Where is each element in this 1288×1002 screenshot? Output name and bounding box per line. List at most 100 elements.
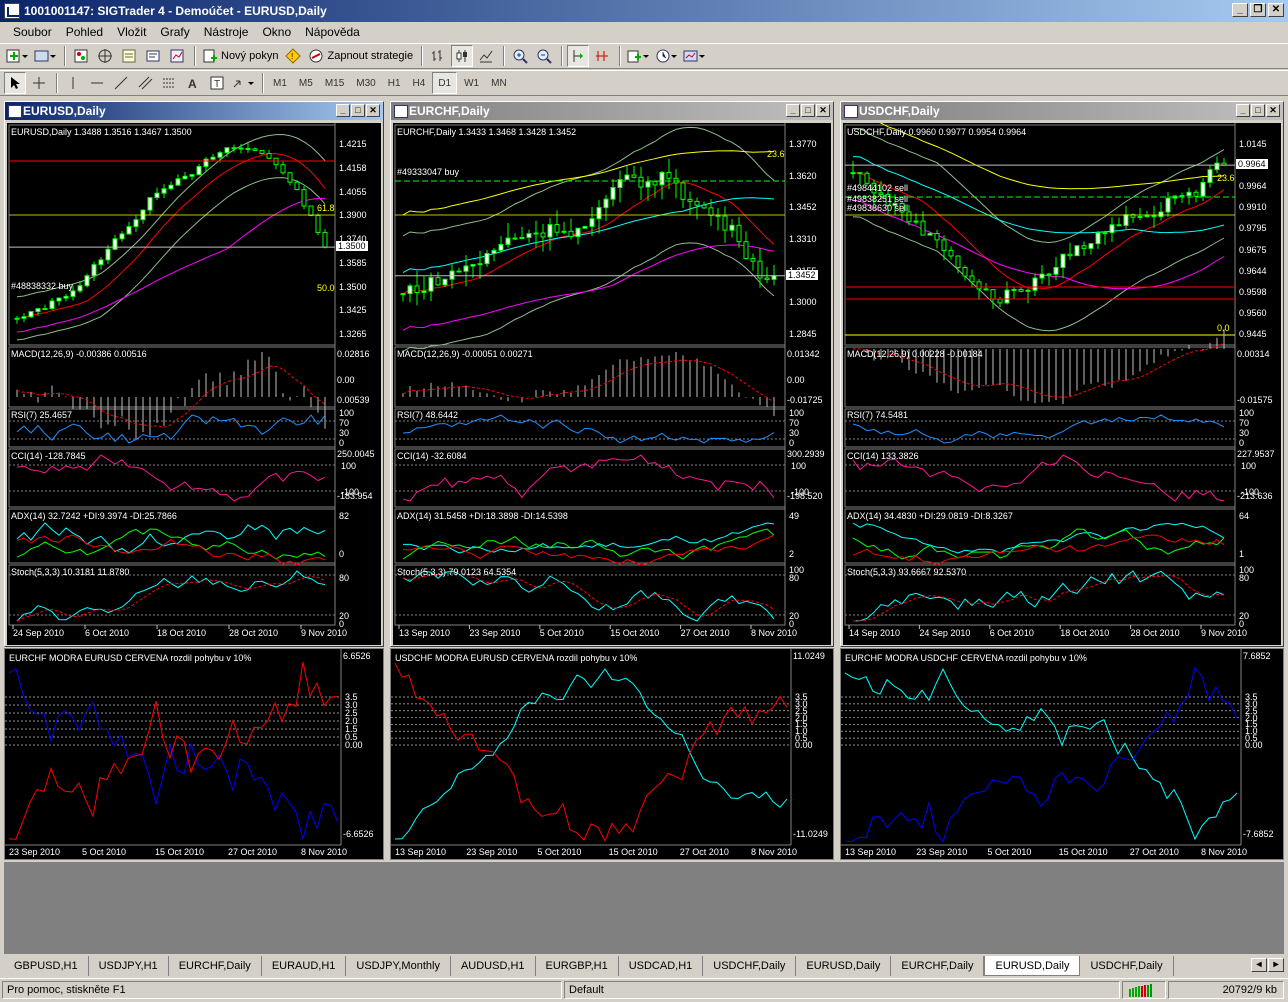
chart-maximize-button[interactable]: □ (351, 104, 365, 117)
trendline-icon[interactable] (110, 72, 132, 94)
chart-tab[interactable]: EURUSD,Daily (796, 956, 892, 976)
chart-minimize-button[interactable]: _ (1236, 104, 1250, 117)
timeframe-d1[interactable]: D1 (432, 72, 458, 94)
candle (997, 298, 1003, 304)
price-axis-tick: 0.9644 (1239, 265, 1267, 276)
candle (955, 255, 961, 268)
chart-tab[interactable]: AUDUSD,H1 (450, 956, 536, 976)
indicators-icon[interactable] (625, 45, 651, 67)
minimize-button[interactable]: _ (1232, 3, 1248, 17)
adx-min: 0 (339, 549, 345, 559)
candle (603, 198, 609, 209)
price-axis-tick: 0.9910 (1239, 202, 1267, 213)
chart-tab[interactable]: EURCHF,Daily (168, 956, 262, 976)
text-icon[interactable]: A (182, 72, 204, 94)
timeframe-h1[interactable]: H1 (383, 72, 406, 94)
timeframe-m30[interactable]: M30 (351, 72, 380, 94)
chart-maximize-button[interactable]: □ (1251, 104, 1265, 117)
menu-window[interactable]: Okno (255, 25, 298, 39)
chart-title: USDCHF,Daily (859, 104, 940, 118)
bar-chart-icon[interactable] (427, 45, 449, 67)
chart-close-button[interactable]: ✕ (366, 104, 380, 117)
timeframe-m15[interactable]: M15 (320, 72, 349, 94)
chart-tab[interactable]: EURUSD,Daily (984, 956, 1081, 976)
candle (554, 224, 560, 233)
tab-scroll-right-icon[interactable]: ▸ (1268, 958, 1284, 972)
chart-maximize-button[interactable]: □ (801, 104, 815, 117)
crosshair-icon[interactable] (28, 72, 50, 94)
menu-file[interactable]: Soubor (6, 25, 59, 39)
periods-icon[interactable] (653, 45, 679, 67)
menu-help[interactable]: Nápověda (298, 25, 367, 39)
line-chart-icon[interactable] (475, 45, 497, 67)
menu-view[interactable]: Pohled (59, 25, 110, 39)
signal-icon[interactable]: ! (282, 45, 304, 67)
chart-tab[interactable]: EURAUD,H1 (261, 956, 347, 976)
chart-close-button[interactable]: ✕ (1266, 104, 1280, 117)
diff-date: 27 Oct 2010 (228, 847, 278, 857)
date-label: 23 Sep 2010 (469, 628, 521, 638)
diff-date: 15 Oct 2010 (608, 847, 658, 857)
navigator-icon[interactable] (118, 45, 140, 67)
zoom-out-icon[interactable] (533, 45, 555, 67)
macd-min: 0.00539 (337, 395, 370, 405)
restore-button[interactable]: ❐ (1250, 3, 1266, 17)
chart-tab[interactable]: USDJPY,Monthly (346, 956, 451, 976)
terminal-icon[interactable] (142, 45, 164, 67)
fibonacci-icon[interactable] (158, 72, 180, 94)
menu-tools[interactable]: Nástroje (197, 25, 256, 39)
templates-icon[interactable] (681, 45, 707, 67)
chart-tab[interactable]: USDCHF,Daily (1080, 956, 1174, 976)
chart-tab[interactable]: USDCHF,Daily (703, 956, 797, 976)
tab-scroll: ◂ ▸ (1251, 958, 1284, 972)
chart-close-button[interactable]: ✕ (816, 104, 830, 117)
data-window-icon[interactable] (94, 45, 116, 67)
chart-tab[interactable]: GBPUSD,H1 (4, 956, 89, 976)
candle (1144, 215, 1150, 218)
timeframe-w1[interactable]: W1 (459, 72, 484, 94)
menu-insert[interactable]: Vložit (110, 25, 153, 39)
strategy-button[interactable]: Zapnout strategie (306, 45, 415, 67)
chart-minimize-button[interactable]: _ (786, 104, 800, 117)
chart-tab[interactable]: USDCAD,H1 (618, 956, 704, 976)
candle (715, 214, 721, 217)
price-axis-tick: 1.3452 (789, 202, 817, 213)
vertical-line-icon[interactable] (62, 72, 84, 94)
chart-tab[interactable]: USDJPY,H1 (88, 956, 169, 976)
candlestick-icon[interactable] (451, 45, 474, 67)
timeframe-m5[interactable]: M5 (294, 72, 318, 94)
cci-line (402, 454, 775, 502)
menu-charts[interactable]: Grafy (153, 25, 196, 39)
zoom-in-icon[interactable] (509, 45, 531, 67)
auto-scroll-icon[interactable] (567, 45, 590, 67)
status-traffic: 20792/9 kb (1168, 981, 1284, 999)
tab-scroll-left-icon[interactable]: ◂ (1251, 958, 1267, 972)
arrows-icon[interactable] (230, 72, 256, 94)
date-label: 14 Sep 2010 (849, 628, 901, 638)
market-watch-icon[interactable] (70, 45, 92, 67)
new-order-button[interactable]: Nový pokyn (200, 45, 280, 67)
candle (1207, 169, 1213, 183)
candle (687, 198, 693, 202)
new-chart-button[interactable] (4, 45, 30, 67)
horizontal-line-icon[interactable] (86, 72, 108, 94)
order-label: #49838630 sell (847, 203, 909, 213)
profiles-button[interactable] (32, 45, 58, 67)
price-axis-tick: 1.3900 (339, 210, 367, 221)
channel-icon[interactable] (134, 72, 156, 94)
timeframe-mn[interactable]: MN (486, 72, 512, 94)
cursor-icon[interactable] (4, 72, 26, 94)
candle (77, 285, 83, 292)
candle (575, 227, 581, 238)
chart-tab[interactable]: EURCHF,Daily (891, 956, 985, 976)
timeframe-m1[interactable]: M1 (268, 72, 292, 94)
timeframe-h4[interactable]: H4 (408, 72, 431, 94)
close-button[interactable]: ✕ (1268, 3, 1284, 17)
diff-date: 27 Oct 2010 (679, 847, 729, 857)
tester-icon[interactable] (166, 45, 188, 67)
chart-shift-icon[interactable] (591, 45, 613, 67)
candle (224, 147, 230, 154)
text-label-icon[interactable]: T (206, 72, 228, 94)
chart-tab[interactable]: EURGBP,H1 (535, 956, 619, 976)
chart-minimize-button[interactable]: _ (336, 104, 350, 117)
